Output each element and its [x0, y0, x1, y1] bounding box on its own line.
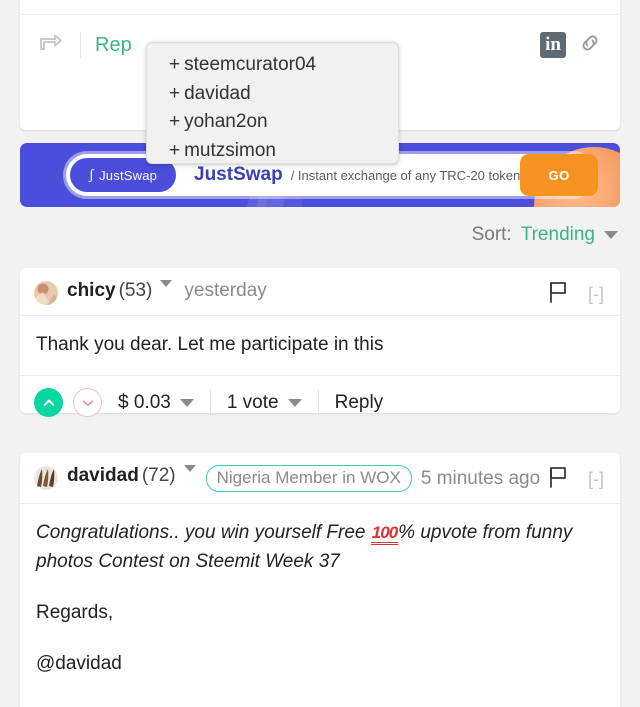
- author-chevron-down-icon[interactable]: [160, 280, 173, 287]
- avatar-davidad[interactable]: [34, 466, 58, 490]
- avatar-chicy[interactable]: [34, 281, 58, 305]
- collapse-toggle[interactable]: [-]: [588, 284, 604, 305]
- comment-text: Thank you dear. Let me participate in th…: [36, 334, 384, 355]
- comment-header-actions: [-]: [548, 281, 604, 308]
- voter-item[interactable]: + davidad: [169, 80, 398, 109]
- link-chain-icon[interactable]: [578, 31, 602, 60]
- collapse-toggle[interactable]: [-]: [588, 469, 604, 490]
- justswap-tagline: / Instant exchange of any TRC-20 token: [290, 167, 521, 183]
- voter-prefix: +: [169, 54, 181, 75]
- flag-icon[interactable]: [548, 281, 568, 308]
- comment-header: davidad (72) Nigeria Member in WOX 5 min…: [20, 453, 620, 503]
- sort-value[interactable]: Trending: [521, 224, 595, 246]
- divider: [317, 388, 319, 417]
- comment-text: Congratulations.. you win yourself Free …: [36, 518, 604, 576]
- comment-header-actions: [-]: [548, 466, 604, 493]
- flag-icon[interactable]: [548, 466, 568, 493]
- sort-chevron-down-icon[interactable]: [604, 231, 618, 239]
- author-community-badge: Nigeria Member in WOX: [205, 465, 412, 492]
- comment-davidad: davidad (72) Nigeria Member in WOX 5 min…: [20, 453, 620, 707]
- comment-timestamp[interactable]: 5 minutes ago: [421, 465, 540, 493]
- divider: [209, 388, 211, 417]
- comment-reputation: (53): [118, 280, 153, 301]
- comment-body: Thank you dear. Let me participate in th…: [20, 315, 620, 375]
- voter-item[interactable]: + steemcurator04: [169, 51, 398, 80]
- linkedin-share-icon[interactable]: in: [540, 32, 566, 58]
- comment-chicy: chicy (53) yesterday [-] Thank you dear.…: [20, 268, 620, 417]
- comment-payout-chevron-down-icon[interactable]: [179, 398, 194, 407]
- voter-name: davidad: [184, 82, 251, 104]
- post-reply-link[interactable]: Rep: [95, 34, 132, 57]
- voter-name: mutzsimon: [184, 139, 276, 161]
- sort-label: Sort:: [471, 224, 512, 245]
- resteem-arrow-icon[interactable]: [38, 32, 64, 59]
- justswap-title: JustSwap: [194, 164, 283, 185]
- comment-reply-button[interactable]: Reply: [335, 392, 384, 414]
- voter-prefix: +: [169, 111, 181, 132]
- voter-prefix: +: [169, 82, 181, 104]
- comment-upvote-button[interactable]: [34, 388, 63, 417]
- comment-downvote-button[interactable]: [73, 388, 102, 417]
- sort-control[interactable]: Sort: Trending: [472, 224, 618, 246]
- justswap-go-button[interactable]: GO: [520, 154, 598, 196]
- comment-regards: Regards,: [36, 602, 114, 623]
- comment-payout-value[interactable]: $ 0.03: [118, 392, 171, 414]
- author-chevron-down-icon[interactable]: [183, 465, 196, 472]
- justswap-badge-text: JustSwap: [99, 167, 158, 183]
- comment-timestamp[interactable]: yesterday: [184, 280, 266, 302]
- post-vote-row: $ 1.30 4 votes: [20, 0, 620, 14]
- chevron-down-icon: [82, 399, 93, 406]
- voter-item[interactable]: + yohan2on: [169, 108, 398, 137]
- comment-body: Congratulations.. you win yourself Free …: [20, 503, 620, 694]
- comment-votes-chevron-down-icon[interactable]: [287, 398, 302, 407]
- chevron-up-icon: [43, 399, 54, 406]
- comment-author[interactable]: chicy: [67, 280, 116, 302]
- hundred-emoji-icon: 100: [370, 523, 398, 545]
- voters-tooltip: + steemcurator04 + davidad + yohan2on + mutz…: [146, 42, 399, 164]
- justswap-glyph-icon: ʃ: [88, 166, 95, 183]
- comment-footer: $ 0.03 1 vote Reply: [20, 375, 620, 429]
- comment-header: chicy (53) yesterday [-]: [20, 268, 620, 315]
- comment-text-intro: Congratulations.. you win yourself Free: [36, 522, 371, 543]
- voter-name: steemcurator04: [184, 54, 317, 75]
- comment-mention-link[interactable]: @davidad: [36, 649, 604, 678]
- voter-item[interactable]: + mutzsimon: [169, 137, 398, 166]
- comment-author[interactable]: davidad: [67, 465, 139, 487]
- comment-votes-count[interactable]: 1 vote: [227, 392, 279, 414]
- voter-prefix: +: [169, 139, 181, 161]
- voter-name: yohan2on: [184, 111, 268, 132]
- divider: [80, 32, 81, 58]
- comment-reputation: (72): [141, 465, 176, 486]
